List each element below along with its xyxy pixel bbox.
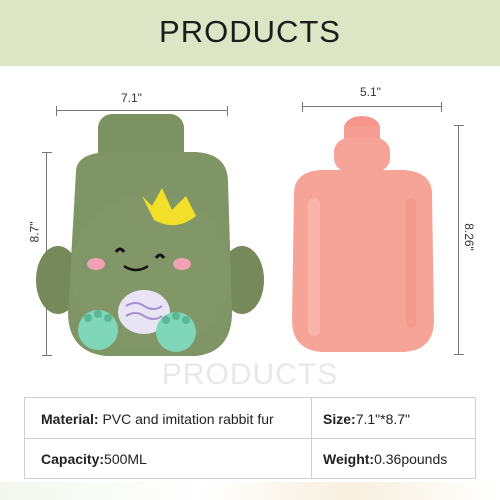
weight-label: Weight: xyxy=(323,451,375,467)
products-subtitle: PRODUCTS xyxy=(161,358,339,391)
weight-cell: Weight:0.36pounds xyxy=(323,451,447,467)
bottom-strip xyxy=(0,482,500,500)
left-width-dimension-line xyxy=(56,106,228,116)
right-width-dimension-line xyxy=(302,102,442,112)
left-width-label: 7.1" xyxy=(121,91,142,105)
capacity-cell: Capacity:500ML xyxy=(41,451,147,467)
size-cell: Size:7.1"*8.7" xyxy=(323,411,410,427)
right-height-label: 8.26" xyxy=(461,223,476,251)
material-value: PVC and imitation rabbit fur xyxy=(98,411,274,427)
material-label: Material: xyxy=(41,411,99,427)
right-width-label: 5.1" xyxy=(360,85,381,99)
weight-value: 0.36pounds xyxy=(374,451,448,467)
material-cell: Material: PVC and imitation rabbit fur xyxy=(41,411,274,427)
pink-rubber-bottle-image xyxy=(292,116,434,352)
capacity-label: Capacity: xyxy=(41,451,105,467)
spec-column-divider xyxy=(311,398,312,478)
plush-dinosaur-bottle-image xyxy=(36,114,264,356)
page-title: PRODUCTS xyxy=(159,14,341,49)
right-height-dimension-line xyxy=(454,125,464,355)
spec-table: Material: PVC and imitation rabbit fur S… xyxy=(24,397,476,479)
size-label: Size: xyxy=(323,411,356,427)
capacity-value: 500ML xyxy=(104,451,147,467)
size-value: 7.1"*8.7" xyxy=(355,411,410,427)
